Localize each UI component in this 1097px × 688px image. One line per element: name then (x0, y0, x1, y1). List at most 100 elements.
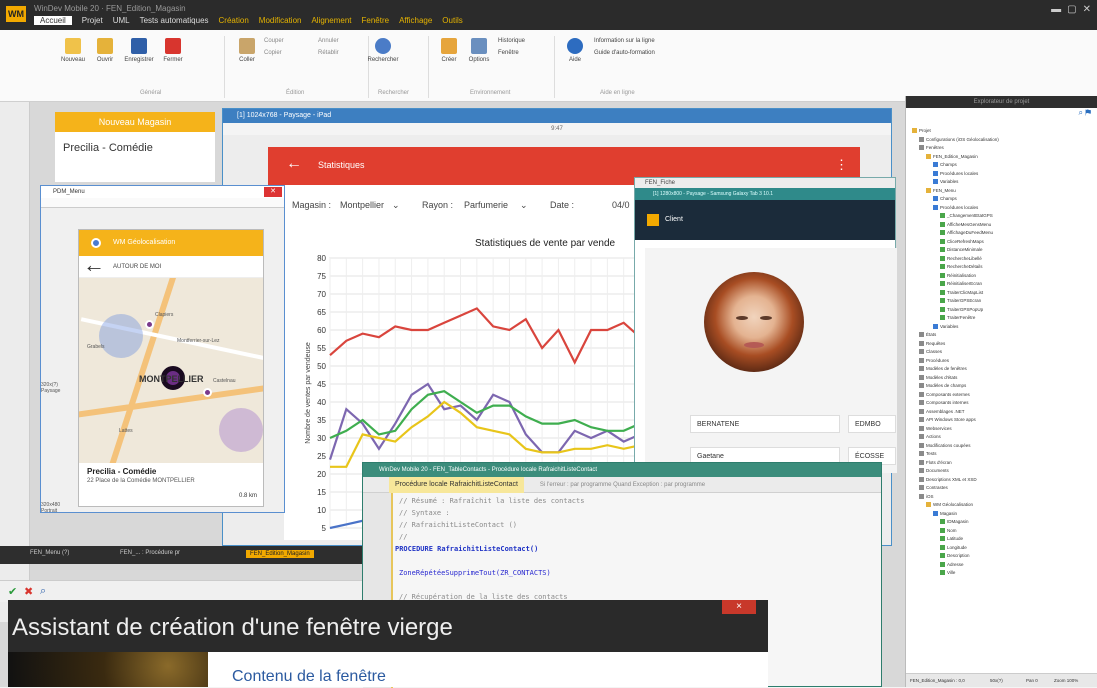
tree-node[interactable]: Modèles d'états (919, 375, 957, 380)
place-card[interactable]: Precilia - Comédie 22 Place de la Comédi… (79, 463, 263, 505)
filter-icon[interactable]: ⚑ (1085, 108, 1091, 117)
tree-node[interactable]: RéinitialiserEcran (940, 281, 982, 287)
tree-node[interactable]: Assemblages .NET (919, 409, 965, 414)
tree-node[interactable]: Champs (933, 162, 957, 168)
code-line[interactable]: PROCEDURE RafraichitListeContact() (395, 545, 538, 553)
info-line-button[interactable]: Information sur la ligne (594, 38, 655, 44)
tree-node[interactable]: Classes (919, 349, 942, 355)
tree-node[interactable]: AfficheMesGensMenu (940, 222, 991, 227)
procedure-tab[interactable]: Procédure locale RafraichitListeContact (389, 477, 524, 493)
tree-node[interactable]: Modèles de champs (919, 383, 966, 389)
tree-node[interactable]: Latitude (940, 536, 963, 542)
map-cluster[interactable] (99, 314, 143, 358)
close-doc-button[interactable]: Fermer (158, 38, 188, 63)
new-button[interactable]: Nouveau (58, 38, 88, 63)
tree-node[interactable]: iOS (919, 494, 934, 499)
tree-node[interactable]: AffichageDuFeedMenu (940, 230, 993, 236)
filter-rayon-dropdown-icon[interactable]: ⌄ (520, 200, 528, 211)
ribbon-tab[interactable]: Création (219, 16, 249, 25)
tree-node[interactable]: Longitude (940, 545, 967, 550)
tree-node[interactable]: Projet (912, 128, 931, 134)
open-button[interactable]: Ouvrir (90, 38, 120, 63)
tree-node[interactable]: États (919, 332, 936, 338)
tree-node[interactable]: Procédures locales (933, 205, 978, 210)
close-icon[interactable]: ✕ (1083, 4, 1091, 15)
search-icon[interactable]: ⌕ (40, 585, 46, 598)
save-button[interactable]: Enregistrer (124, 38, 154, 63)
tree-node[interactable]: TraiterClicMapList (940, 290, 983, 295)
more-vert-icon[interactable]: ⋮ (835, 157, 848, 173)
map-cluster[interactable] (219, 408, 263, 452)
wizard-close-button[interactable]: × (722, 600, 756, 614)
tree-node[interactable]: Procédures (919, 358, 949, 363)
code-line[interactable]: // RafraichitListeContact () (399, 521, 517, 529)
options-button[interactable]: Options (464, 38, 494, 63)
tree-node[interactable]: Modèles de fenêtres (919, 366, 967, 372)
doc-tab-active[interactable]: FEN_Edition_Magasin (246, 550, 314, 558)
tree-node[interactable]: WM Géolocalisation (926, 502, 973, 508)
cut-button[interactable]: Couper (264, 38, 284, 44)
tree-node[interactable]: FEN_Edition_Magasin (926, 154, 978, 159)
lastname-field[interactable]: BERNATENE (690, 415, 840, 433)
tree-node[interactable]: Modifications coupées (919, 443, 971, 448)
ribbon-tab[interactable]: UML (113, 16, 130, 25)
tree-node[interactable]: Documents (919, 468, 949, 474)
redo-button[interactable]: Rétablir (318, 50, 339, 56)
map-marker-icon[interactable] (203, 388, 212, 397)
tree-node[interactable]: FEN_Menu (926, 188, 956, 193)
search-icon[interactable]: ⌕ (1078, 108, 1082, 117)
tree-node[interactable]: Tests (919, 451, 937, 457)
window-menu-button[interactable]: Fenêtre (498, 50, 519, 56)
tree-node[interactable]: Contrastes (919, 485, 948, 491)
copy-button[interactable]: Copier (264, 50, 282, 56)
filter-magasin-value[interactable]: Montpellier (340, 200, 384, 210)
tree-node[interactable]: Flots d'écran (919, 460, 952, 465)
help-button[interactable]: Aide (560, 38, 590, 63)
code-line[interactable]: ZoneRépétéeSupprimeTout(ZR_CONTACTS) (399, 569, 551, 577)
tree-node[interactable]: Adresse (940, 562, 964, 567)
code-line[interactable]: // Syntaxe : (399, 509, 450, 517)
tree-node[interactable]: Nom (940, 528, 957, 533)
ribbon-tab[interactable]: Modification (259, 16, 302, 25)
check-icon[interactable]: ✔ (8, 585, 17, 598)
ribbon-tab[interactable]: Alignement (311, 16, 351, 25)
nouveau-magasin-window[interactable]: Nouveau Magasin Precilia - Comédie (55, 112, 215, 182)
precilia-item[interactable]: Precilia - Comédie (55, 132, 215, 164)
tree-node[interactable]: Procédures locales (933, 171, 978, 176)
tree-node[interactable]: Fenêtres (919, 145, 944, 151)
tree-node[interactable]: Configurations (iOS Géolocalisation) (919, 137, 999, 142)
tree-node[interactable]: Variables (933, 324, 958, 329)
filter-date-value[interactable]: 04/0 (612, 200, 630, 210)
ribbon-tab[interactable]: Affichage (399, 16, 432, 25)
tree-node[interactable]: TraiterGPSPopUp (940, 307, 983, 312)
tree-node[interactable]: Descriptions XML et XSD (919, 477, 977, 482)
tutorial-button[interactable]: Guide d'auto-formation (594, 50, 655, 56)
tree-node[interactable]: Actions (919, 434, 941, 440)
create-button[interactable]: Créer (434, 38, 464, 63)
tree-node[interactable]: CliceRefreshMaps (940, 239, 984, 244)
code-line[interactable]: // Résumé : Rafraîchit la liste des cont… (399, 497, 584, 505)
doc-tab[interactable]: FEN_... : Procédure pr (120, 550, 180, 556)
tree-node[interactable]: Requêtes (919, 341, 945, 346)
map-view[interactable]: Clapiers Montferrier-sur-Lez Grabels Lat… (79, 278, 263, 463)
search-button[interactable]: Rechercher (368, 38, 399, 63)
tree-node[interactable]: RechercheLibellé (940, 256, 982, 261)
tree-node[interactable]: TraiterGPSEcran (940, 298, 981, 304)
tree-node[interactable]: Magasin (933, 511, 957, 516)
code-line[interactable]: // (399, 533, 407, 541)
paste-button[interactable]: Coller (232, 38, 262, 63)
history-button[interactable]: Historique (498, 38, 525, 44)
pdm-close-icon[interactable]: ✕ (264, 187, 282, 197)
tree-node[interactable]: IDMagasin (940, 519, 969, 525)
ribbon-tab[interactable]: Outils (442, 16, 462, 25)
tree-node[interactable]: Description (940, 553, 970, 559)
map-marker-icon[interactable] (145, 320, 154, 329)
tree-node[interactable]: TraiterFenêtre (940, 315, 975, 321)
ribbon-tab[interactable]: Projet (82, 16, 103, 25)
back-arrow-icon[interactable]: ← (286, 155, 302, 173)
filter-magasin-dropdown-icon[interactable]: ⌄ (392, 200, 400, 211)
tree-node[interactable]: API Windows Store apps (919, 417, 976, 423)
doc-tab[interactable]: FEN_Menu (?) (30, 550, 69, 556)
ribbon-tab[interactable]: Tests automatiques (140, 16, 209, 25)
filter-rayon-value[interactable]: Parfumerie (464, 200, 508, 210)
